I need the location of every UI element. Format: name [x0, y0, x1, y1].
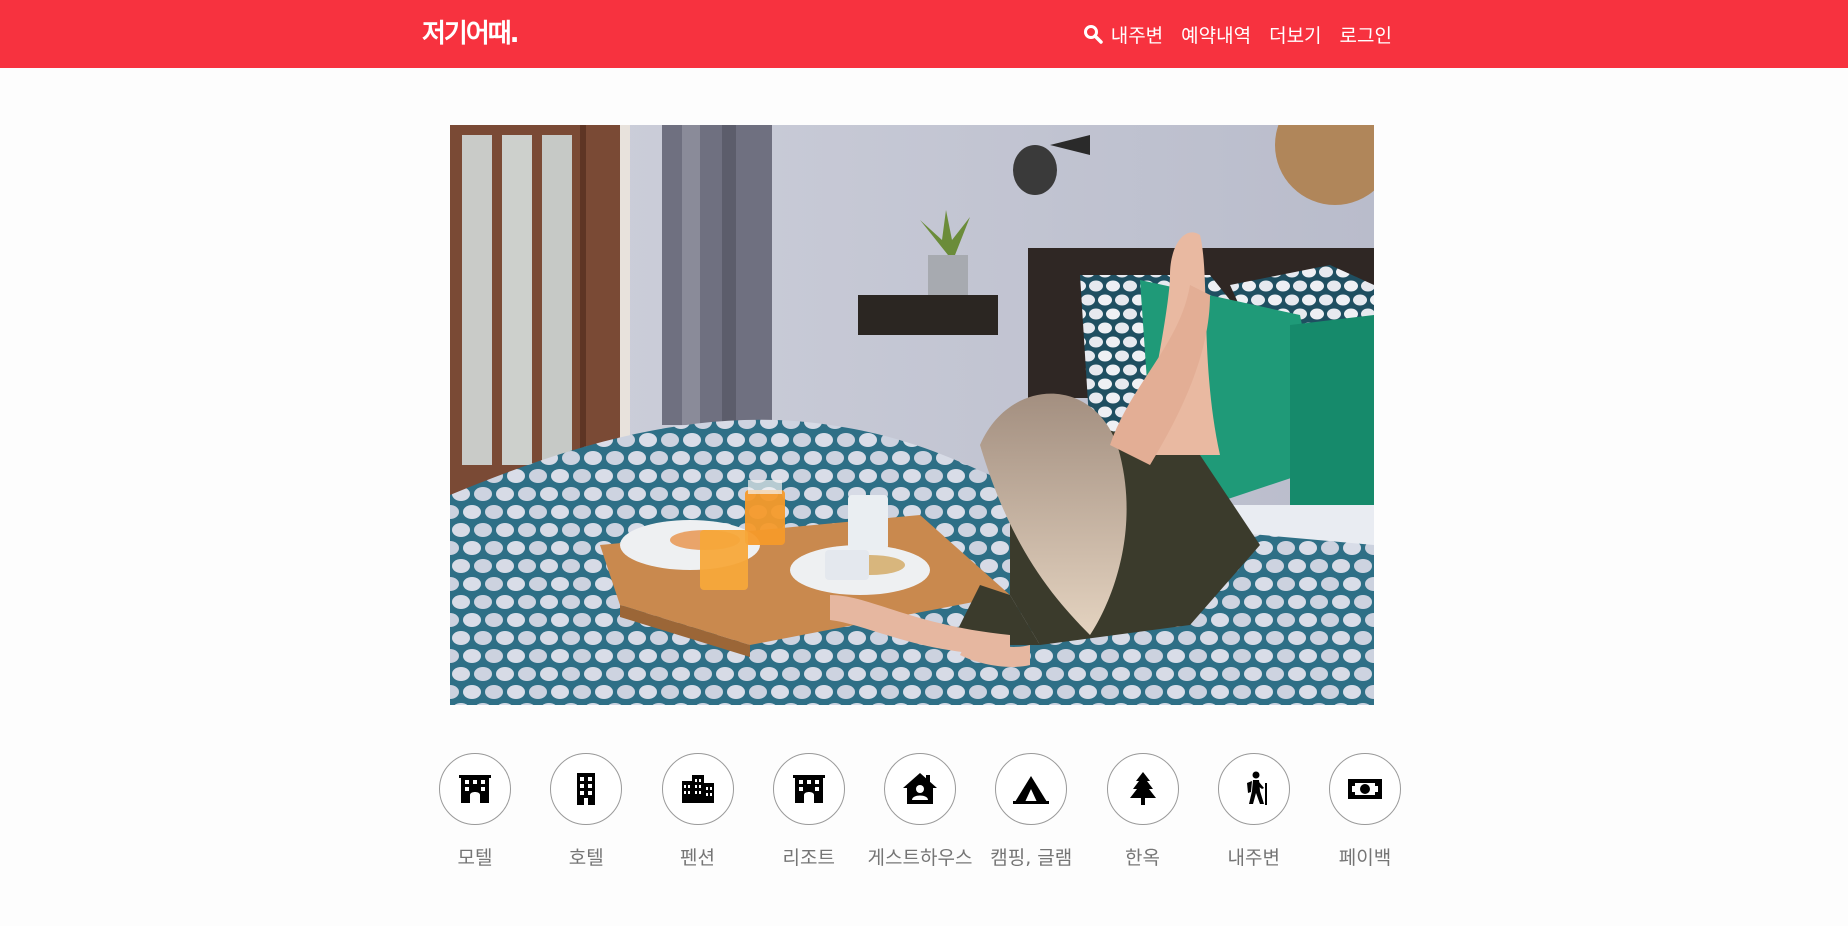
category-label: 호텔: [568, 847, 604, 869]
resort-icon: [792, 775, 825, 803]
category-pension[interactable]: 펜션: [643, 753, 753, 870]
category-label: 캠핑, 글램: [990, 847, 1073, 869]
category-label: 리조트: [782, 847, 835, 869]
category-label: 모텔: [457, 847, 493, 869]
nav-item-reservations[interactable]: 예약내역: [1181, 21, 1251, 48]
payback-icon: [1348, 779, 1382, 799]
nav-item-more[interactable]: 더보기: [1269, 21, 1321, 48]
category-list: 모텔 호텔 펜션 리조트 게스트하우스 캠핑, 글램 한옥 내주변 페이백: [420, 753, 1420, 870]
top-nav: 내주변 예약내역 더보기 로그인: [1083, 0, 1392, 68]
category-circle: [439, 753, 511, 825]
hanok-icon: [1129, 772, 1156, 805]
category-circle: [550, 753, 623, 825]
category-label: 내주변: [1227, 847, 1280, 869]
category-circle: [772, 753, 845, 825]
top-header: 저기어때. 내주변 예약내역 더보기 로그인: [0, 0, 1848, 68]
nav-item-login[interactable]: 로그인: [1340, 21, 1392, 48]
nearby-icon: [1246, 771, 1267, 805]
nearby-search-link[interactable]: 내주변: [1083, 21, 1163, 48]
category-label: 펜션: [680, 847, 715, 869]
category-hanok[interactable]: 한옥: [1088, 753, 1198, 870]
hero-photo: [450, 125, 1374, 705]
category-circle: [1217, 753, 1290, 825]
category-motel[interactable]: 모텔: [420, 753, 530, 870]
category-label: 페이백: [1338, 847, 1392, 869]
category-resort[interactable]: 리조트: [754, 753, 864, 870]
nav-item-nearby: 내주변: [1110, 24, 1164, 47]
pension-icon: [681, 775, 714, 803]
search-icon: [1083, 25, 1103, 44]
hero-banner-image[interactable]: [450, 125, 1374, 705]
category-circle: [884, 753, 956, 825]
category-circle: [1329, 753, 1401, 825]
hotel-icon: [577, 773, 596, 805]
category-nearby[interactable]: 내주변: [1199, 753, 1309, 870]
camping-icon: [1013, 776, 1050, 804]
category-guesthouse[interactable]: 게스트하우스: [865, 753, 975, 870]
logo[interactable]: 저기어때.: [422, 14, 520, 54]
category-circle: [995, 753, 1068, 825]
category-label: 한옥: [1125, 847, 1160, 869]
motel-icon: [459, 775, 491, 803]
category-camping[interactable]: 캠핑, 글램: [976, 753, 1086, 870]
category-label: 게스트하우스: [867, 847, 973, 869]
category-payback[interactable]: 페이백: [1310, 753, 1420, 870]
category-circle: [661, 753, 734, 825]
guesthouse-icon: [903, 773, 937, 804]
category-circle: [1106, 753, 1179, 825]
category-hotel[interactable]: 호텔: [531, 753, 641, 870]
